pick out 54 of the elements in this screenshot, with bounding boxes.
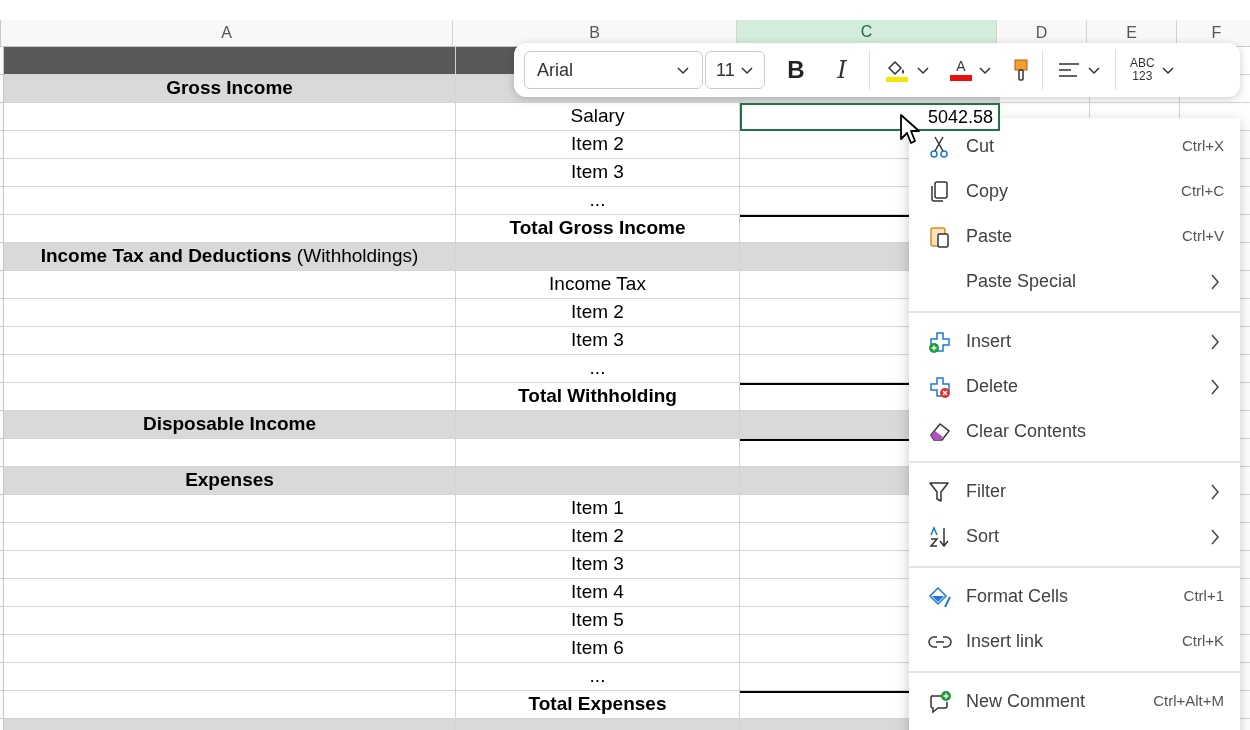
item-label: ... (589, 188, 606, 213)
comment-add-icon (928, 689, 952, 714)
item-label: Item 4 (571, 580, 624, 605)
item-label: Salary (570, 104, 625, 129)
menu-item[interactable]: Filter (909, 469, 1240, 514)
menu-item[interactable]: Delete (909, 364, 1240, 409)
total-label: Total Gross Income (509, 216, 686, 241)
menu-item[interactable]: Paste Special (909, 259, 1240, 304)
menu-item[interactable]: Copy Ctrl+C (909, 169, 1240, 214)
menu-item[interactable]: Insert (909, 319, 1240, 364)
font-dropdown[interactable]: Arial (524, 51, 703, 89)
section-heading: Income Tax and Deductions (Withholdings) (40, 244, 419, 269)
total-label: Total Withholding (518, 384, 677, 409)
filter-icon (928, 479, 952, 504)
chevron-down-icon (740, 64, 754, 76)
total-label: Total Expenses (528, 692, 667, 717)
section-heading: Expenses (185, 468, 274, 493)
item-label: Item 2 (571, 132, 624, 157)
insert-cells-icon (928, 329, 952, 354)
menu-item[interactable]: Format Cells Ctrl+1 (909, 574, 1240, 619)
item-label: Income Tax (549, 272, 646, 297)
chevron-down-icon (978, 64, 992, 76)
italic-button[interactable]: I (825, 51, 859, 89)
item-label: Item 3 (571, 552, 624, 577)
chevron-down-icon (1087, 64, 1101, 76)
item-label: ... (589, 664, 606, 689)
bold-button[interactable]: B (779, 51, 813, 89)
menu-item[interactable]: Clear Contents (909, 409, 1240, 454)
item-label: Item 2 (571, 524, 624, 549)
delete-cells-icon (928, 374, 952, 399)
font-size-dropdown[interactable]: 11 (705, 51, 765, 89)
item-label: Item 2 (571, 300, 624, 325)
chevron-down-icon (916, 64, 930, 76)
chevron-down-icon (1160, 64, 1175, 76)
menu-item[interactable]: Paste Ctrl+V (909, 214, 1240, 259)
section-heading: Disposable Income (142, 412, 317, 437)
number-format-button[interactable]: ABC 123 (1126, 57, 1179, 83)
menu-item[interactable]: New Comment Ctrl+Alt+M (909, 679, 1240, 724)
sort-icon (928, 524, 952, 549)
column-header[interactable]: A (1, 20, 453, 46)
menu-item[interactable]: Sort (909, 514, 1240, 559)
item-label: Item 3 (571, 328, 624, 353)
column-header[interactable]: C (737, 20, 997, 46)
item-label: Item 3 (571, 160, 624, 185)
item-label: Item 6 (571, 636, 624, 661)
section-heading: Gross Income (166, 76, 293, 101)
item-label: Item 1 (571, 496, 624, 521)
font-color-button[interactable]: A (946, 59, 996, 81)
chevron-down-icon (676, 64, 690, 76)
clipboard-icon (928, 224, 952, 249)
paint-bucket-icon (928, 584, 952, 609)
menu-item[interactable]: Insert link Ctrl+K (909, 619, 1240, 664)
item-label: Item 5 (571, 608, 624, 633)
item-label: ... (589, 356, 606, 381)
